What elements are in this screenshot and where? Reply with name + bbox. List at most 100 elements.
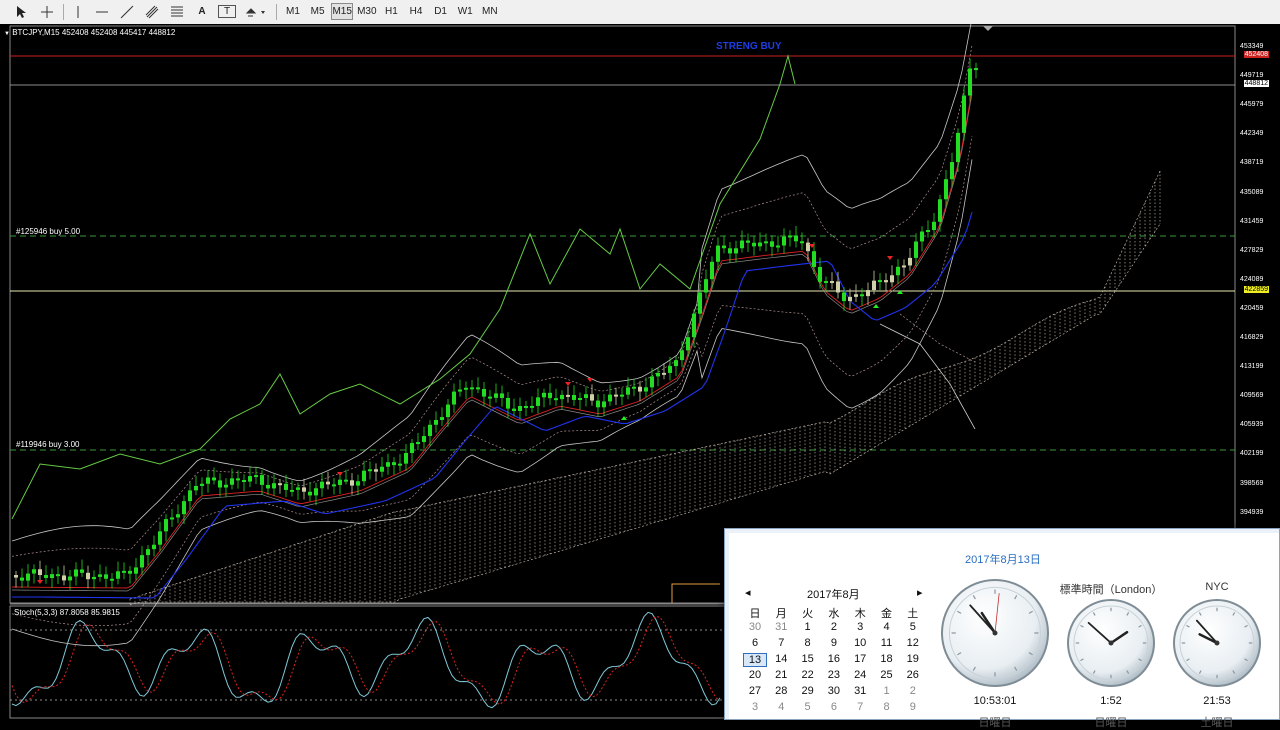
trend-line-icon[interactable] xyxy=(118,3,136,20)
candle-body xyxy=(44,575,48,578)
calendar-day[interactable]: 8 xyxy=(796,637,820,651)
arrows-icon[interactable] xyxy=(243,3,269,20)
timeframe-m30-button[interactable]: M30 xyxy=(356,3,378,20)
fibonacci-icon[interactable] xyxy=(168,3,186,20)
calendar-day[interactable]: 14 xyxy=(769,653,793,667)
timeframe-h4-button[interactable]: H4 xyxy=(405,3,427,20)
price-axis-label: 453349 xyxy=(1240,43,1264,50)
calendar-day[interactable]: 26 xyxy=(901,669,925,683)
stoch-label: Stoch(5,3,3) 87.8058 85.9815 xyxy=(14,608,120,617)
timeframe-mn-button[interactable]: MN xyxy=(479,3,501,20)
price-axis-label: 394939 xyxy=(1240,508,1264,516)
calendar-day[interactable]: 5 xyxy=(901,621,925,635)
candle-body xyxy=(890,275,894,283)
timeframe-d1-button[interactable]: D1 xyxy=(430,3,452,20)
candle-body xyxy=(956,132,960,163)
calendar-day[interactable]: 6 xyxy=(743,637,767,651)
price-axis-label: 398569 xyxy=(1240,479,1264,487)
calendar-day[interactable]: 9 xyxy=(822,637,846,651)
price-axis-label: 409569 xyxy=(1240,392,1264,400)
calendar-day[interactable]: 10 xyxy=(848,637,872,651)
calendar-day[interactable]: 7 xyxy=(848,701,872,715)
sell-signal-arrow xyxy=(337,472,343,476)
calendar-day[interactable]: 27 xyxy=(743,685,767,699)
calendar-day[interactable]: 15 xyxy=(796,653,820,667)
channel-icon[interactable] xyxy=(143,3,161,20)
calendar-day[interactable]: 23 xyxy=(822,669,846,683)
month-title[interactable]: 2017年8月 xyxy=(807,586,860,602)
calendar-day[interactable]: 19 xyxy=(901,653,925,667)
calendar-day[interactable]: 16 xyxy=(822,653,846,667)
timeframe-m5-button[interactable]: M5 xyxy=(307,3,329,20)
calendar-day[interactable]: 21 xyxy=(769,669,793,683)
calendar-day[interactable]: 6 xyxy=(822,701,846,715)
candle-body xyxy=(464,387,468,390)
candle-body xyxy=(236,478,240,481)
calendar-day[interactable]: 29 xyxy=(796,685,820,699)
candle-body xyxy=(404,453,408,464)
calendar-day[interactable]: 17 xyxy=(848,653,872,667)
calendar-day[interactable]: 1 xyxy=(796,621,820,635)
calendar-day[interactable]: 31 xyxy=(848,685,872,699)
month-navigation: ◂ 2017年8月 ▸ xyxy=(743,586,923,602)
candle-body xyxy=(368,469,372,472)
candle-body xyxy=(578,397,582,400)
sell-signal-arrow xyxy=(37,580,43,584)
calendar-day[interactable]: 3 xyxy=(743,701,767,715)
timeframe-m1-button[interactable]: M1 xyxy=(282,3,304,20)
calendar-day[interactable]: 1 xyxy=(875,685,899,699)
date-title[interactable]: 2017年8月13日 xyxy=(965,551,1041,567)
calendar-day[interactable]: 28 xyxy=(769,685,793,699)
calendar-day[interactable]: 12 xyxy=(901,637,925,651)
candle-body xyxy=(794,235,798,242)
timeframe-m15-button[interactable]: M15 xyxy=(331,3,354,20)
vertical-line-icon[interactable] xyxy=(70,3,86,20)
chevron-left-icon[interactable]: ◂ xyxy=(745,586,751,599)
chevron-right-icon[interactable]: ▸ xyxy=(917,586,923,599)
chevron-down-icon[interactable]: ▼ xyxy=(4,31,10,37)
price-axis-label: 435089 xyxy=(1240,188,1264,196)
chart-shift-marker xyxy=(983,26,993,31)
calendar-day[interactable]: 2 xyxy=(901,685,925,699)
cursor-icon[interactable] xyxy=(12,3,30,20)
calendar-day[interactable]: 3 xyxy=(848,621,872,635)
calendar-day[interactable]: 18 xyxy=(875,653,899,667)
calendar-day[interactable]: 2 xyxy=(822,621,846,635)
candle-body xyxy=(572,394,576,400)
calendar-day[interactable]: 30 xyxy=(822,685,846,699)
calendar-day[interactable]: 11 xyxy=(875,637,899,651)
calendar-day[interactable]: 20 xyxy=(743,669,767,683)
calendar-day[interactable]: 22 xyxy=(796,669,820,683)
calendar-day[interactable]: 4 xyxy=(875,621,899,635)
last-price-tag: 448812 xyxy=(1243,80,1269,87)
calendar-day[interactable]: 25 xyxy=(875,669,899,683)
text-icon[interactable]: A xyxy=(193,3,211,20)
candle-body xyxy=(632,386,636,389)
candle-body xyxy=(770,241,774,247)
price-axis-label: 442349 xyxy=(1240,130,1264,138)
candle-body xyxy=(314,488,318,496)
price-axis-label: 416829 xyxy=(1240,334,1264,341)
candle-body xyxy=(14,575,18,578)
timeframe-h1-button[interactable]: H1 xyxy=(380,3,402,20)
calendar-day[interactable]: 8 xyxy=(875,701,899,715)
calendar-day[interactable]: 7 xyxy=(769,637,793,651)
candle-body xyxy=(188,490,192,502)
calendar-day[interactable]: 30 xyxy=(743,621,767,635)
sell-signal-arrow xyxy=(887,256,893,260)
text-label-icon[interactable]: T xyxy=(218,5,236,18)
timeframe-w1-button[interactable]: W1 xyxy=(454,3,476,20)
crosshair-icon[interactable] xyxy=(38,3,56,20)
candle-body xyxy=(926,229,930,232)
candle-body xyxy=(836,281,840,293)
calendar-day[interactable]: 31 xyxy=(769,621,793,635)
calendar-day[interactable]: 13 xyxy=(743,653,767,667)
calendar-day[interactable]: 9 xyxy=(901,701,925,715)
calendar-day[interactable]: 4 xyxy=(769,701,793,715)
candle-body xyxy=(68,576,72,581)
candle-body xyxy=(80,569,84,573)
bollinger-inner-upper xyxy=(11,45,973,557)
calendar-day[interactable]: 5 xyxy=(796,701,820,715)
horizontal-line-icon[interactable] xyxy=(93,3,111,20)
calendar-day[interactable]: 24 xyxy=(848,669,872,683)
